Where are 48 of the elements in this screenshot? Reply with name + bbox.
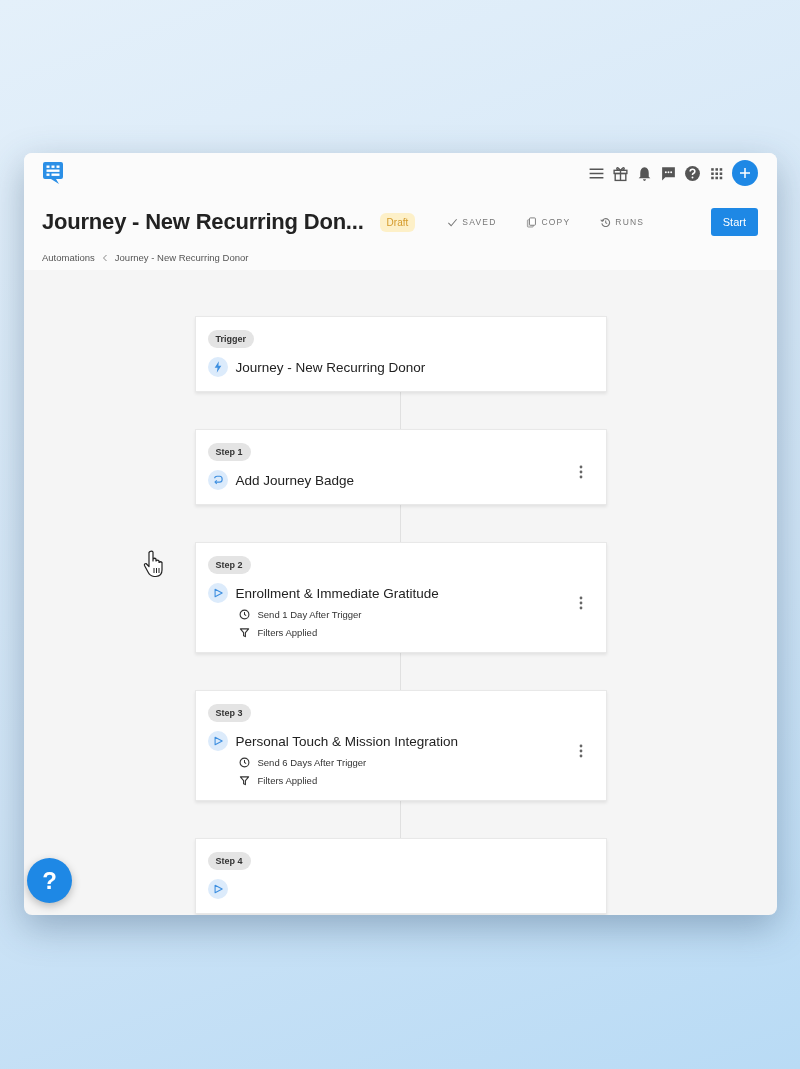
step-card[interactable]: Step 2 Enrollment & Immediate Gratitude Send 1 Day After Trigger Filters Applied xyxy=(194,542,607,653)
step-card[interactable]: Step 4 xyxy=(194,838,607,914)
more-options-icon[interactable] xyxy=(578,465,583,479)
saved-button[interactable]: SAVED xyxy=(447,216,497,228)
plus-icon xyxy=(739,167,751,179)
step-card[interactable]: Step 1 Add Journey Badge xyxy=(194,429,607,505)
breadcrumb-link[interactable]: Automations xyxy=(42,252,95,263)
more-options-icon[interactable] xyxy=(578,743,583,758)
step-title: Enrollment & Immediate Gratitude xyxy=(235,585,439,601)
step-title: Add Journey Badge xyxy=(235,472,355,488)
send-icon xyxy=(207,879,228,899)
bell-icon[interactable] xyxy=(636,164,653,182)
clock-icon xyxy=(238,757,250,768)
copy-button[interactable]: COPY xyxy=(526,216,571,228)
step-badge: Step 3 xyxy=(207,704,251,722)
runs-button[interactable]: RUNS xyxy=(600,216,645,228)
step-badge: Step 1 xyxy=(207,443,251,461)
help-button[interactable]: ? xyxy=(27,858,72,903)
gift-icon[interactable] xyxy=(612,164,629,182)
send-icon xyxy=(207,583,228,603)
step-detail: Filters Applied xyxy=(257,627,318,638)
filter-icon xyxy=(238,775,250,786)
chevron-left-icon xyxy=(101,253,108,262)
start-button[interactable]: Start xyxy=(710,208,758,236)
step-title: Personal Touch & Mission Integration xyxy=(235,733,459,749)
step-badge: Step 2 xyxy=(207,556,251,574)
status-badge: Draft xyxy=(379,212,416,232)
step-title: Journey - New Recurring Donor xyxy=(235,359,426,375)
chat-icon[interactable] xyxy=(660,164,677,182)
step-card[interactable]: Trigger Journey - New Recurring Donor xyxy=(194,316,607,392)
step-detail: Send 1 Day After Trigger xyxy=(257,609,362,620)
page-title: Journey - New Recurring Don... xyxy=(42,209,364,235)
lightning-icon xyxy=(207,357,228,377)
help-icon[interactable] xyxy=(684,164,701,182)
more-options-icon[interactable] xyxy=(578,595,583,610)
history-icon xyxy=(600,216,612,228)
step-detail: Filters Applied xyxy=(257,775,318,786)
copy-icon xyxy=(526,216,538,228)
step-badge: Step 4 xyxy=(207,852,251,870)
step-badge: Trigger xyxy=(207,330,254,348)
clock-icon xyxy=(238,609,250,620)
filter-icon xyxy=(238,627,250,638)
chat-grid-logo-icon xyxy=(42,161,64,185)
step-detail: Send 6 Days After Trigger xyxy=(257,757,367,768)
step-card[interactable]: Step 3 Personal Touch & Mission Integration Send 6 Days After Trigger Filters Applied xyxy=(194,690,607,801)
send-icon xyxy=(207,731,228,751)
add-button[interactable] xyxy=(732,160,758,186)
check-icon xyxy=(447,216,459,228)
